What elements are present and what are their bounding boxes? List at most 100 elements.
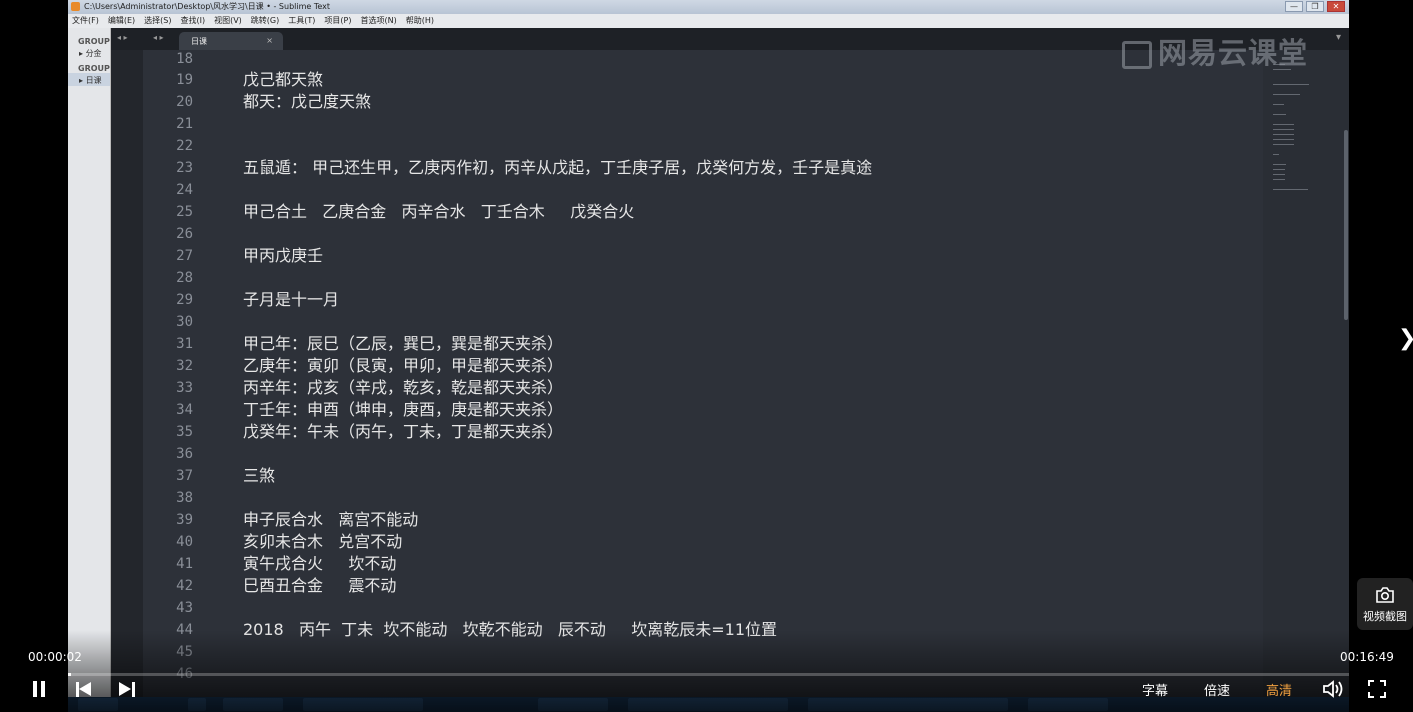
minimap[interactable] — [1263, 50, 1343, 712]
line-text: 戊癸年：午未（丙午，丁未，丁是都天夹杀） — [243, 422, 564, 441]
watermark-text: 网易云课堂 — [1158, 36, 1309, 70]
line-text: 巳酉丑合金 震不动 — [243, 576, 397, 595]
menu-preferences[interactable]: 首选项(N) — [360, 14, 396, 28]
video-player: C:\Users\Administrator\Desktop\风水学习\日课 •… — [0, 0, 1413, 712]
menu-find[interactable]: 查找(I) — [180, 14, 205, 28]
minimap-line — [1273, 179, 1285, 180]
line-text: 甲己年：辰巳（乙辰，巽巳，巽是都天夹杀） — [243, 334, 564, 353]
window-title: C:\Users\Administrator\Desktop\风水学习\日课 •… — [84, 2, 331, 11]
menu-selection[interactable]: 选择(S) — [144, 14, 171, 28]
line-number: 32 — [176, 358, 193, 374]
menu-goto[interactable]: 跳转(G) — [251, 14, 279, 28]
line-number: 29 — [176, 292, 193, 308]
line-number: 18 — [176, 51, 193, 67]
menu-bar: 文件(F) 编辑(E) 选择(S) 查找(I) 视图(V) 跳转(G) 工具(T… — [68, 14, 1349, 28]
fold-gutter — [111, 50, 143, 712]
watermark: 网易云课堂 — [1122, 30, 1308, 72]
scroll-thumb[interactable] — [1344, 130, 1348, 320]
line-number: 20 — [176, 94, 193, 110]
sidebar: GROUP ▸ 分金 GROUP ▸ 日课 — [68, 28, 111, 712]
line-text: 丁壬年：申酉（坤申，庚酉，庚是都天夹杀） — [243, 400, 564, 419]
line-number: 28 — [176, 270, 193, 286]
line-text: 寅午戌合火 坎不动 — [243, 554, 397, 573]
menu-view[interactable]: 视图(V) — [214, 14, 242, 28]
screenshot-label: 视频截图 — [1363, 610, 1407, 623]
tab-nav-arrows[interactable]: ◂ ▸ — [153, 33, 164, 42]
close-button[interactable]: ✕ — [1327, 1, 1345, 12]
camera-icon — [1376, 587, 1394, 603]
fullscreen-icon[interactable] — [1368, 680, 1386, 698]
window-titlebar: C:\Users\Administrator\Desktop\风水学习\日课 •… — [68, 0, 1349, 14]
minimap-line — [1273, 134, 1294, 135]
line-number: 42 — [176, 578, 193, 594]
minimap-line — [1273, 139, 1294, 140]
minimap-line — [1273, 174, 1285, 175]
line-text: 都天：戊己度天煞 — [243, 92, 372, 111]
line-number: 35 — [176, 424, 193, 440]
line-number: 34 — [176, 402, 193, 418]
line-number: 26 — [176, 226, 193, 242]
code-editor[interactable]: 18 19 戊己都天煞 20 都天：戊己度天煞 21 22 23 五鼠遁： 甲己还生甲，乙庚丙作… — [143, 50, 1263, 712]
menu-project[interactable]: 项目(P) — [324, 14, 351, 28]
line-text: 戊己都天煞 — [243, 70, 324, 89]
line-number: 30 — [176, 314, 193, 330]
tab-label: 日课 — [191, 37, 207, 46]
line-text: 三煞 — [243, 466, 276, 485]
current-time: 00:00:02 — [28, 650, 82, 664]
tab-close-icon[interactable]: × — [266, 36, 273, 45]
minimap-line — [1273, 94, 1300, 95]
progress-fill — [68, 673, 71, 676]
sidebar-group-label: GROUP — [78, 64, 110, 73]
line-number: 43 — [176, 600, 193, 616]
minimap-line — [1273, 154, 1279, 155]
line-text: 申子辰合水 离宫不能动 — [243, 510, 419, 529]
tab-nav-arrows[interactable]: ◂ ▸ — [117, 33, 128, 42]
line-text: 五鼠遁： 甲己还生甲，乙庚丙作初，丙辛从戊起，丁壬庚子居，戊癸何方发，壬子是真途 — [243, 158, 873, 177]
menu-edit[interactable]: 编辑(E) — [108, 14, 135, 28]
total-time: 00:16:49 — [1340, 650, 1394, 664]
vertical-scrollbar[interactable] — [1343, 50, 1349, 712]
minimap-line — [1273, 129, 1294, 130]
netease-logo-icon — [1122, 41, 1152, 69]
controls-overlay — [0, 630, 1413, 712]
sidebar-item-label: 分金 — [85, 49, 102, 58]
subtitle-button[interactable]: 字幕 — [1142, 680, 1168, 699]
line-text: 甲丙戊庚壬 — [243, 246, 324, 265]
line-number: 41 — [176, 556, 193, 572]
speed-button[interactable]: 倍速 — [1204, 680, 1230, 699]
maximize-button[interactable]: ❐ — [1306, 1, 1324, 12]
sidebar-item-rike[interactable]: ▸ 日课 — [68, 73, 110, 86]
sidebar-group-label: GROUP — [78, 37, 110, 46]
menu-help[interactable]: 帮助(H) — [406, 14, 434, 28]
sidebar-item-label: 日课 — [85, 76, 102, 85]
line-number: 25 — [176, 204, 193, 220]
line-number: 22 — [176, 138, 193, 154]
pause-icon[interactable] — [31, 681, 47, 697]
minimap-line — [1273, 114, 1287, 115]
sublime-app-icon — [71, 2, 80, 11]
video-frame[interactable]: C:\Users\Administrator\Desktop\风水学习\日课 •… — [68, 0, 1349, 712]
screenshot-button[interactable]: 视频截图 — [1357, 578, 1413, 630]
next-video-arrow-icon[interactable]: ❯ — [1398, 326, 1413, 351]
line-text: 丙辛年：戌亥（辛戌，乾亥，乾是都天夹杀） — [243, 378, 564, 397]
menu-tools[interactable]: 工具(T) — [288, 14, 315, 28]
minimap-line — [1273, 144, 1294, 145]
quality-button[interactable]: 高清 — [1266, 680, 1292, 699]
next-icon[interactable] — [119, 682, 135, 697]
window-controls: — ❐ ✕ — [1285, 1, 1345, 12]
line-number: 21 — [176, 116, 193, 132]
previous-icon[interactable] — [76, 682, 92, 697]
menu-file[interactable]: 文件(F) — [72, 14, 99, 28]
line-number: 40 — [176, 534, 193, 550]
progress-bar[interactable] — [68, 673, 1349, 676]
tab-dropdown-icon[interactable]: ▾ — [1336, 32, 1341, 43]
line-number: 27 — [176, 248, 193, 264]
line-text: 乙庚年：寅卯（艮寅，甲卯，甲是都天夹杀） — [243, 356, 564, 375]
sidebar-item-fenjin[interactable]: ▸ 分金 — [68, 46, 110, 59]
minimap-line — [1273, 189, 1308, 190]
volume-icon[interactable] — [1322, 679, 1344, 699]
line-number: 19 — [176, 72, 193, 88]
tab-rike[interactable]: 日课 × — [179, 32, 283, 50]
minimize-button[interactable]: — — [1285, 1, 1303, 12]
line-text: 甲己合土 乙庚合金 丙辛合水 丁壬合木 戊癸合火 — [243, 202, 635, 221]
